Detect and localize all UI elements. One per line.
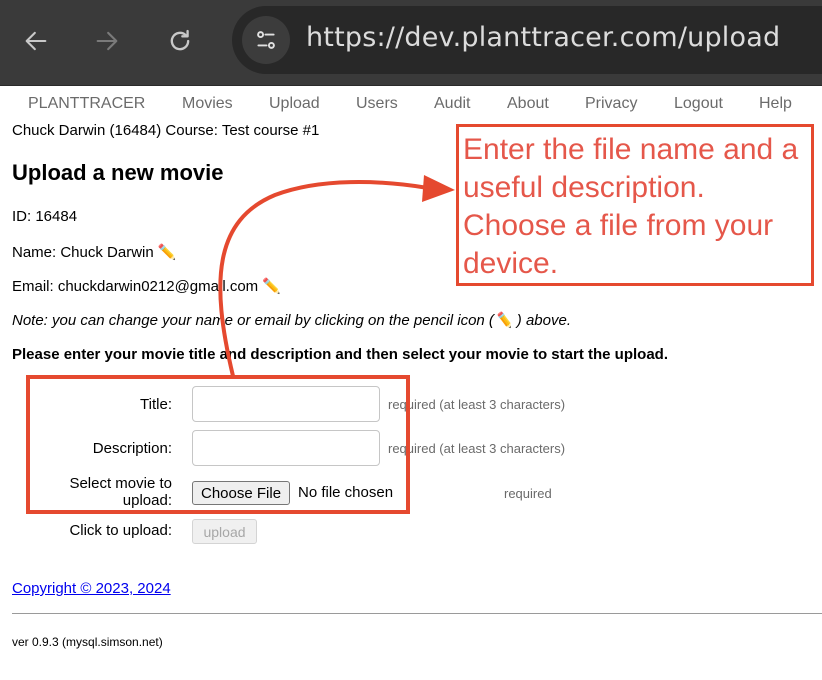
- note-text-end: ) above.: [512, 312, 571, 329]
- nav-upload[interactable]: Upload: [269, 95, 320, 113]
- edit-note: Note: you can change your name or email …: [12, 311, 571, 329]
- annotation-callout: Enter the file name and a useful descrip…: [456, 124, 814, 286]
- reload-icon: [170, 29, 190, 51]
- arrow-right-icon: [96, 31, 118, 51]
- user-name: Name: Chuck Darwin: [12, 244, 154, 261]
- note-text: Note: you can change your name or email …: [12, 312, 494, 329]
- user-email: Email: chuckdarwin0212@gmail.com: [12, 278, 259, 295]
- upload-instructions: Please enter your movie title and descri…: [12, 346, 668, 363]
- arrow-head-icon: [422, 175, 455, 202]
- click-to-upload-label: Click to upload:: [69, 522, 172, 539]
- nav-users[interactable]: Users: [356, 95, 398, 113]
- tune-icon: [257, 31, 275, 49]
- upload-button[interactable]: upload: [192, 519, 257, 544]
- title-hint: required (at least 3 characters): [388, 397, 566, 412]
- nav-movies[interactable]: Movies: [182, 95, 233, 113]
- edit-email-pencil-icon[interactable]: ✏️: [262, 278, 281, 295]
- annotation-text: Enter the file name and a useful descrip…: [463, 133, 799, 280]
- nav-logout[interactable]: Logout: [674, 95, 723, 113]
- site-navbar: PLANTTRACER Movies Upload Users Audit Ab…: [0, 92, 822, 118]
- nav-audit[interactable]: Audit: [434, 95, 470, 113]
- file-hint: required: [504, 486, 552, 501]
- nav-help[interactable]: Help: [759, 95, 792, 113]
- copyright-link[interactable]: Copyright © 2023, 2024: [12, 580, 171, 597]
- forward-button[interactable]: [90, 24, 124, 58]
- user-id: ID: 16484: [12, 208, 78, 225]
- address-bar[interactable]: https://dev.planttracer.com/upload: [232, 6, 822, 74]
- browser-toolbar: https://dev.planttracer.com/upload: [0, 0, 822, 86]
- pencil-icon: ✏️: [493, 312, 513, 329]
- nav-about[interactable]: About: [507, 95, 549, 113]
- form-highlight-box: [26, 375, 410, 514]
- footer-divider: [12, 613, 822, 614]
- nav-planttracer[interactable]: PLANTTRACER: [28, 95, 145, 113]
- version-text: ver 0.9.3 (mysql.simson.net): [12, 635, 163, 649]
- site-info-button[interactable]: [242, 16, 290, 64]
- user-course-line: Chuck Darwin (16484) Course: Test course…: [12, 122, 320, 139]
- page-title: Upload a new movie: [12, 160, 224, 185]
- user-email-row: Email: chuckdarwin0212@gmail.com ✏️: [12, 277, 281, 295]
- nav-privacy[interactable]: Privacy: [585, 95, 637, 113]
- back-button[interactable]: [19, 24, 53, 58]
- user-name-row: Name: Chuck Darwin ✏️: [12, 243, 177, 261]
- edit-name-pencil-icon[interactable]: ✏️: [158, 244, 177, 261]
- description-hint: required (at least 3 characters): [388, 441, 566, 456]
- reload-button[interactable]: [163, 24, 197, 58]
- arrow-left-icon: [25, 31, 47, 51]
- url-text[interactable]: https://dev.planttracer.com/upload: [306, 22, 780, 53]
